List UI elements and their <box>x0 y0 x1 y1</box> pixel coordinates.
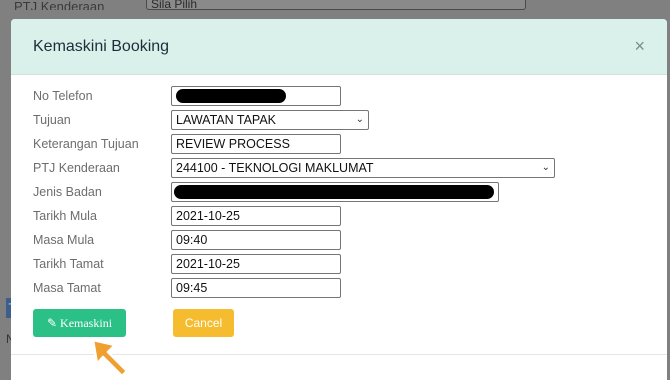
tujuan-select[interactable]: LAWATAN TAPAK ⌄ <box>171 110 369 130</box>
tarikh-tamat-value: 2021-10-25 <box>176 257 240 271</box>
ptj-kenderaan-value: 244100 - TEKNOLOGI MAKLUMAT <box>176 161 374 175</box>
edit-icon: ✎ <box>46 315 58 330</box>
row-masa-mula: Masa Mula 09:40 <box>33 229 341 251</box>
label-masa-mula: Masa Mula <box>33 233 95 247</box>
label-jenis-badan: Jenis Badan <box>33 185 102 199</box>
masa-tamat-input[interactable]: 09:45 <box>171 278 341 298</box>
kemaskini-booking-modal: Kemaskini Booking × No Telefon Tujuan LA… <box>11 19 667 380</box>
row-masa-tamat: Masa Tamat 09:45 <box>33 277 341 299</box>
kemaskini-label: Kemaskini <box>60 315 113 330</box>
keterangan-tujuan-value: REVIEW PROCESS <box>176 137 290 151</box>
label-no-telefon: No Telefon <box>33 89 93 103</box>
pointer-arrow-icon <box>91 338 129 378</box>
modal-header: Kemaskini Booking × <box>11 19 667 75</box>
row-tarikh-mula: Tarikh Mula 2021-10-25 <box>33 205 341 227</box>
ptj-kenderaan-select[interactable]: 244100 - TEKNOLOGI MAKLUMAT ⌄ <box>171 158 555 178</box>
tarikh-mula-value: 2021-10-25 <box>176 209 240 223</box>
chevron-down-icon: ⌄ <box>541 162 550 173</box>
label-tarikh-mula: Tarikh Mula <box>33 209 97 223</box>
keterangan-tujuan-input[interactable]: REVIEW PROCESS <box>171 134 341 154</box>
row-tarikh-tamat: Tarikh Tamat 2021-10-25 <box>33 253 341 275</box>
no-telefon-input[interactable] <box>171 86 341 106</box>
close-icon[interactable]: × <box>634 36 645 57</box>
row-tujuan: Tujuan LAWATAN TAPAK ⌄ <box>33 109 369 131</box>
jenis-badan-select[interactable] <box>171 182 499 202</box>
masa-mula-input[interactable]: 09:40 <box>171 230 341 250</box>
label-keterangan-tujuan: Keterangan Tujuan <box>33 137 139 151</box>
label-tujuan: Tujuan <box>33 113 71 127</box>
masa-mula-value: 09:40 <box>176 233 208 247</box>
redaction-bar <box>176 89 286 103</box>
kemaskini-button[interactable]: ✎ Kemaskini <box>33 309 126 337</box>
cancel-button[interactable]: Cancel <box>173 309 234 337</box>
tarikh-mula-input[interactable]: 2021-10-25 <box>171 206 341 226</box>
modal-title: Kemaskini Booking <box>33 37 170 55</box>
row-no-telefon: No Telefon <box>33 85 341 107</box>
tujuan-value: LAWATAN TAPAK <box>176 113 277 127</box>
label-ptj-kenderaan: PTJ Kenderaan <box>33 161 120 175</box>
label-masa-tamat: Masa Tamat <box>33 281 101 295</box>
chevron-down-icon: ⌄ <box>355 114 364 125</box>
bg-ptj-label: PTJ Kenderaan <box>14 0 105 10</box>
bg-ptj-select: Sila Pilih <box>146 0 526 10</box>
row-jenis-badan: Jenis Badan <box>33 181 499 203</box>
label-tarikh-tamat: Tarikh Tamat <box>33 257 104 271</box>
tarikh-tamat-input[interactable]: 2021-10-25 <box>171 254 341 274</box>
masa-tamat-value: 09:45 <box>176 281 208 295</box>
redaction-bar <box>174 185 494 199</box>
row-ptj-kenderaan: PTJ Kenderaan 244100 - TEKNOLOGI MAKLUMA… <box>33 157 555 179</box>
row-keterangan-tujuan: Keterangan Tujuan REVIEW PROCESS <box>33 133 341 155</box>
